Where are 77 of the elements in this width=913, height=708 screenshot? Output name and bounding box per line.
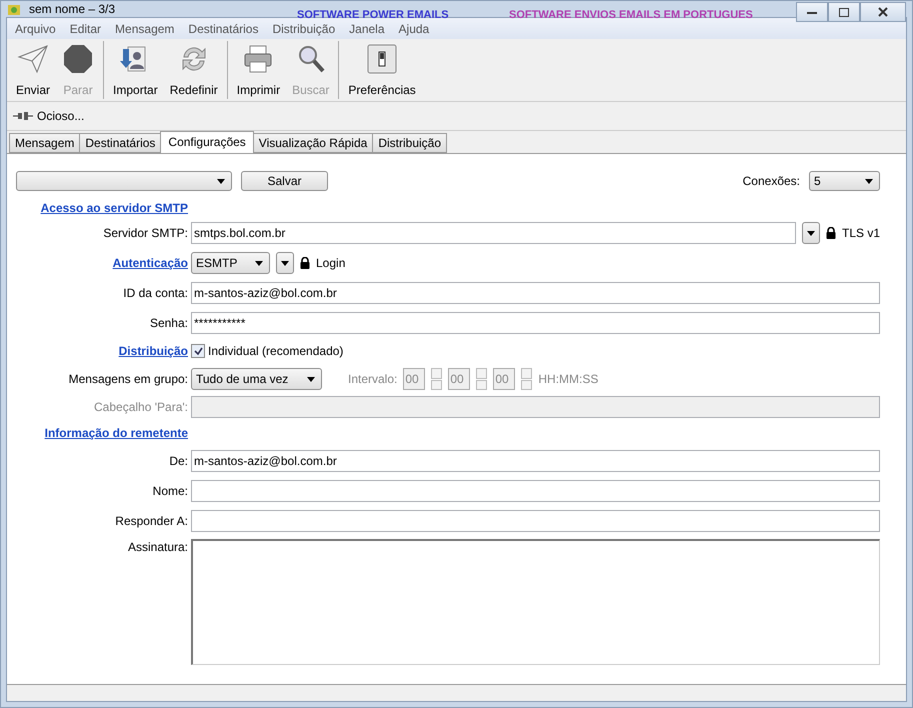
field-label: ID da conta: xyxy=(123,286,188,300)
tab[interactable]: Mensagem xyxy=(9,133,80,153)
window-title: sem nome – 3/3 xyxy=(29,2,116,16)
field-label: Nome: xyxy=(152,484,188,498)
caret-icon xyxy=(255,260,263,266)
menu-item[interactable]: Editar xyxy=(70,22,102,36)
maximize-icon xyxy=(839,8,849,16)
product-title: SOFTWARE POWER EMAILS xyxy=(297,9,449,21)
checkbox-label: Individual (recomendado) xyxy=(208,344,344,358)
maximize-button[interactable] xyxy=(828,2,860,22)
caret-icon xyxy=(217,178,225,184)
security-label: TLS v1 xyxy=(842,226,880,240)
profile-dropdown[interactable] xyxy=(16,171,232,191)
smtp-server-field[interactable]: smtps.bol.com.br xyxy=(191,222,796,244)
auth-dropdown[interactable]: ESMTP xyxy=(191,252,270,274)
connections-label: Conexões: xyxy=(742,174,800,188)
menu-item[interactable]: Janela xyxy=(349,22,385,36)
field-label: Responder A: xyxy=(115,514,188,528)
save-button[interactable]: Salvar xyxy=(241,171,328,191)
toolbar-button[interactable]: Enviar xyxy=(13,41,54,99)
signature-field[interactable] xyxy=(191,539,880,665)
field-label: De: xyxy=(169,454,188,468)
menu-item[interactable]: Ajuda xyxy=(398,22,430,36)
interval-label: Intervalo: xyxy=(348,372,398,386)
field-label: Cabeçalho 'Para': xyxy=(94,400,188,414)
printer-icon xyxy=(242,43,274,75)
caret-icon xyxy=(806,230,815,236)
lock-icon xyxy=(300,257,310,269)
dropdown-button[interactable] xyxy=(276,252,294,274)
close-button[interactable] xyxy=(860,2,906,22)
menu-item[interactable]: Arquivo xyxy=(15,22,56,36)
toolbar-button[interactable]: Redefinir xyxy=(166,41,221,99)
field-label: Servidor SMTP: xyxy=(103,226,188,240)
smtp-section-link[interactable]: Acesso ao servidor SMTP xyxy=(40,201,188,215)
minimize-button[interactable] xyxy=(796,2,828,22)
dropdown-button[interactable] xyxy=(802,222,820,244)
status-text: Ocioso... xyxy=(37,109,84,123)
field-label: Senha: xyxy=(150,316,188,330)
login-label: Login xyxy=(316,256,346,270)
input-field[interactable]: m-santos-aziz@bol.com.br xyxy=(191,450,880,472)
tab[interactable]: Configurações xyxy=(160,131,254,153)
tab[interactable]: Distribuição xyxy=(372,133,448,153)
connections-dropdown[interactable]: 5 xyxy=(809,171,880,191)
plug-icon xyxy=(13,111,33,121)
close-icon xyxy=(878,7,888,17)
checkbox[interactable] xyxy=(191,344,205,358)
field-label: Mensagens em grupo: xyxy=(68,372,188,386)
app-icon xyxy=(7,2,21,16)
switch-icon xyxy=(366,43,398,75)
input-field[interactable]: m-santos-aziz@bol.com.br xyxy=(191,282,880,304)
toolbar-button[interactable]: Imprimir xyxy=(234,41,284,99)
paper-plane-icon xyxy=(17,43,49,75)
tab[interactable]: Destinatários xyxy=(79,133,162,153)
menu-item[interactable]: Distribuição xyxy=(272,22,336,36)
time-format-label: HH:MM:SS xyxy=(538,372,598,386)
toolbar-button[interactable]: Importar xyxy=(110,41,161,99)
product-title: SOFTWARE ENVIOS EMAILS EM PORTUGUES xyxy=(509,9,753,21)
spinner-arrows-icon[interactable] xyxy=(521,368,532,390)
lock-icon xyxy=(826,227,836,239)
caret-icon xyxy=(307,376,315,382)
field-label: Assinatura: xyxy=(128,540,188,554)
auth-section-link[interactable]: Autenticação xyxy=(112,256,188,270)
spinner-arrows-icon[interactable] xyxy=(476,368,488,390)
sender-section-link[interactable]: Informação do remetente xyxy=(44,426,188,440)
spinner-arrows-icon[interactable] xyxy=(431,368,442,390)
toolbar-button[interactable]: Preferências xyxy=(345,41,419,99)
menu-item[interactable]: Destinatários xyxy=(188,22,258,36)
caret-icon xyxy=(865,178,873,184)
input-field[interactable] xyxy=(191,480,880,502)
stop-icon xyxy=(62,43,94,75)
menu-item[interactable]: Mensagem xyxy=(115,22,174,36)
minimize-icon xyxy=(807,10,817,14)
caret-icon xyxy=(281,260,289,266)
tab[interactable]: Visualização Rápida xyxy=(252,133,374,153)
distribution-section-link[interactable]: Distribuição xyxy=(118,344,188,358)
input-field[interactable] xyxy=(191,510,880,532)
input-field[interactable]: *********** xyxy=(191,312,880,334)
